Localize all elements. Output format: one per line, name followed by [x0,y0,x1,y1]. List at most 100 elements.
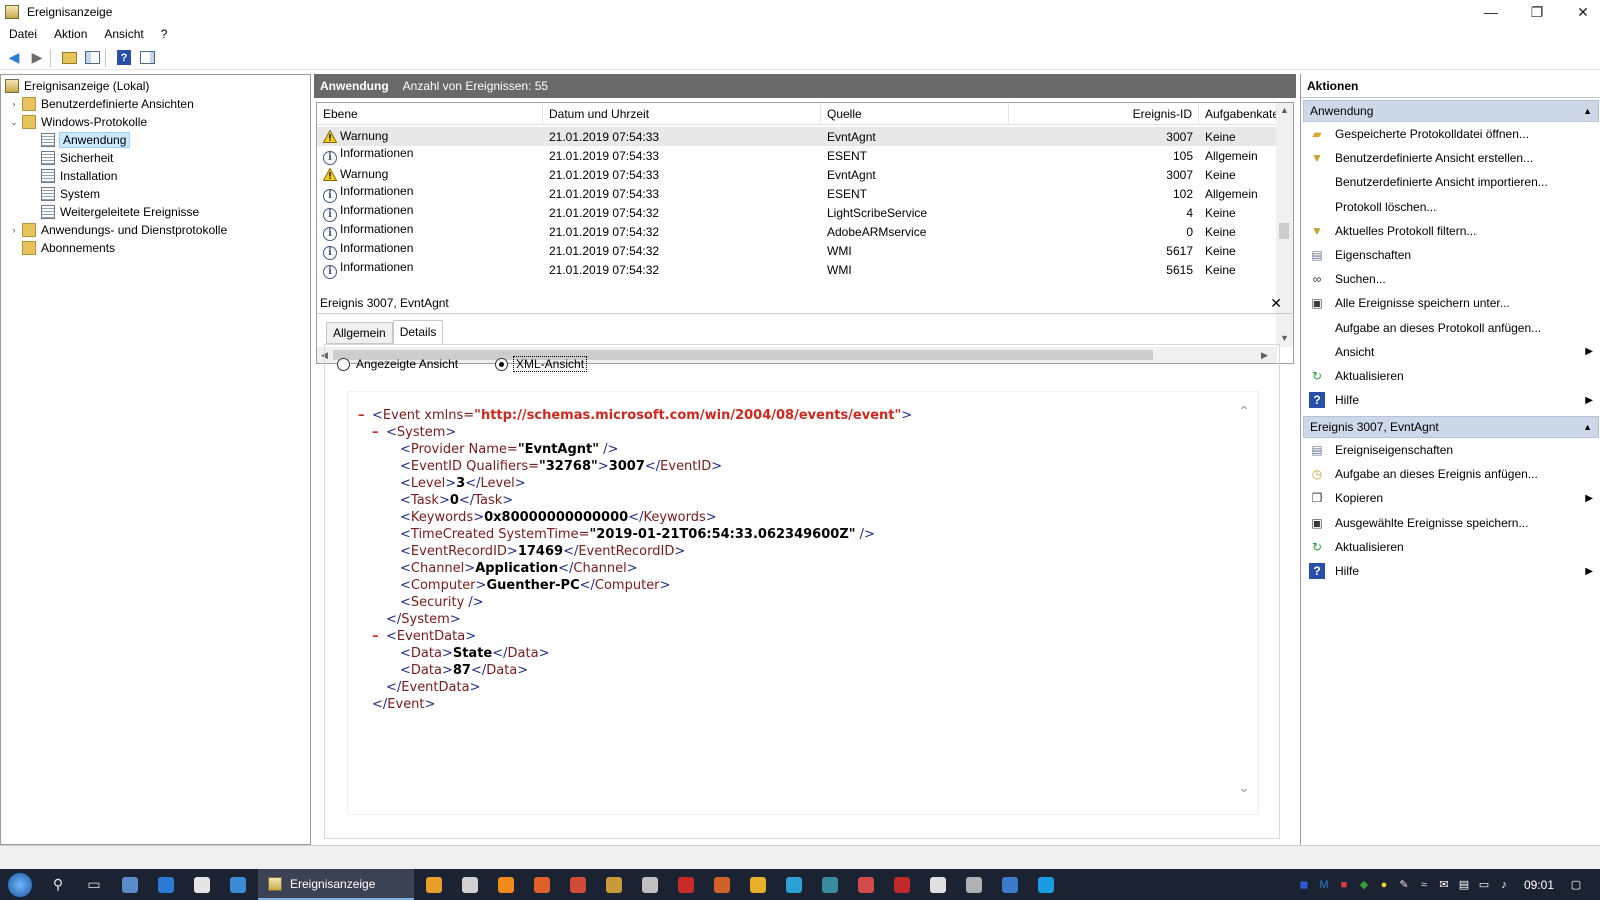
tree-windows-logs[interactable]: ⌄ Windows-Protokolle [9,113,147,131]
table-row[interactable]: i Informationen 21.01.2019 07:54:32 AdobeAR… [317,222,1277,241]
pinned-app-icon[interactable] [848,869,884,900]
actions-section-anwendung[interactable]: Anwendung ▲ [1303,100,1599,122]
action-item[interactable]: ▣ Alle Ereignisse speichern unter... [1309,292,1597,314]
radio-button[interactable] [337,357,350,371]
mail-icon[interactable]: ✉ [1434,869,1454,900]
search-icon[interactable]: ⚲ [40,869,76,900]
column-source[interactable]: Quelle [821,103,1009,125]
table-row[interactable]: i Informationen 21.01.2019 07:54:32 WMI 5617… [317,241,1277,260]
pinned-app-icon[interactable] [992,869,1028,900]
menu-aktion[interactable]: Aktion [45,27,95,41]
tree-log-forwarded[interactable]: Weitergeleitete Ereignisse [41,203,199,221]
table-row[interactable]: Warnung 21.01.2019 07:54:33 EvntAgnt 3007 Ke… [317,127,1277,146]
table-row[interactable]: i Informationen 21.01.2019 07:54:32 LightSc… [317,203,1277,222]
show-hide-tree-icon[interactable] [83,49,101,67]
pinned-app-icon[interactable] [220,869,256,900]
collapse-icon[interactable]: – [358,408,372,423]
action-item[interactable]: Ansicht ▶ [1309,341,1597,363]
pinned-app-icon[interactable] [668,869,704,900]
pinned-app-icon[interactable] [524,869,560,900]
action-item[interactable]: Aufgabe an dieses Protokoll anfügen... [1309,317,1597,339]
scroll-up-icon[interactable]: ⌃ [1238,404,1250,420]
action-item[interactable]: ▣ Ausgewählte Ereignisse speichern... [1309,512,1597,534]
table-row[interactable]: Warnung 21.01.2019 07:54:33 EvntAgnt 3007 Ke… [317,165,1277,184]
scroll-down-icon[interactable]: ⌄ [1238,780,1250,796]
tab-details[interactable]: Details [392,320,444,344]
pinned-app-icon[interactable] [112,869,148,900]
table-row[interactable]: i Informationen 21.01.2019 07:54:32 WMI 5615… [317,260,1277,279]
column-level[interactable]: Ebene [317,103,543,125]
action-item[interactable]: ↻ Aktualisieren [1309,536,1597,558]
back-arrow-icon[interactable]: ◀ [5,49,23,67]
forward-arrow-icon[interactable]: ▶ [28,49,46,67]
maximize-button[interactable]: ❐ [1514,0,1560,24]
tray-icon[interactable]: M [1314,869,1334,900]
collapse-caret-icon[interactable]: ▲ [1583,106,1592,116]
close-button[interactable]: ✕ [1560,0,1600,24]
folder-up-icon[interactable] [60,49,78,67]
tab-allgemein[interactable]: Allgemein [326,322,393,344]
scroll-thumb[interactable] [1279,223,1289,239]
taskbar-app-event-viewer[interactable]: Ereignisanzeige [258,869,414,900]
help-icon[interactable]: ? [115,49,133,67]
action-item[interactable]: ↻ Aktualisieren [1309,365,1597,387]
pinned-app-icon[interactable] [416,869,452,900]
close-icon[interactable]: ✕ [1270,295,1282,312]
tray-icon[interactable]: ≈ [1414,869,1434,900]
pinned-app-icon[interactable] [560,869,596,900]
pinned-app-icon[interactable] [920,869,956,900]
action-item[interactable]: ❐ Kopieren ▶ [1309,487,1597,509]
tray-icon[interactable]: ✎ [1394,869,1414,900]
collapse-caret-icon[interactable]: ▲ [1583,422,1592,432]
start-button[interactable] [0,869,40,900]
tree-app-service-logs[interactable]: › Anwendungs- und Dienstprotokolle [9,221,227,239]
action-item[interactable]: ▤ Ereigniseigenschaften [1309,439,1597,461]
expand-icon[interactable]: › [9,225,19,235]
menu-ansicht[interactable]: Ansicht [95,27,151,41]
network-icon[interactable]: ▭ [1474,869,1494,900]
radio-friendly-view[interactable]: Angezeigte Ansicht [337,357,458,371]
radio-xml-view[interactable]: XML-Ansicht [495,356,588,372]
menu-help[interactable]: ? [152,27,176,41]
collapse-icon[interactable]: – [372,629,386,644]
tree-root[interactable]: Ereignisanzeige (Lokal) [5,77,149,95]
volume-icon[interactable]: ♪ [1494,869,1514,900]
tray-icon[interactable]: ● [1374,869,1394,900]
actions-section-event[interactable]: Ereignis 3007, EvntAgnt ▲ [1303,416,1599,438]
pinned-app-icon[interactable] [812,869,848,900]
column-date[interactable]: Datum und Uhrzeit [543,103,821,125]
radio-button[interactable] [495,357,508,371]
menu-datei[interactable]: Datei [0,27,45,41]
pinned-app-icon[interactable] [956,869,992,900]
pinned-app-icon[interactable] [704,869,740,900]
action-item[interactable]: ▼ Benutzerdefinierte Ansicht erstellen... [1309,147,1597,169]
action-item[interactable]: Benutzerdefinierte Ansicht importieren..… [1309,171,1597,193]
scroll-up-icon[interactable]: ▲ [1280,105,1289,115]
tree-log-system[interactable]: System [41,185,100,203]
table-row[interactable]: i Informationen 21.01.2019 07:54:33 ESENT 10… [317,184,1277,203]
vlc-icon[interactable] [488,869,524,900]
tree-custom-views[interactable]: › Benutzerdefinierte Ansichten [9,95,194,113]
skype-icon[interactable] [1028,869,1064,900]
action-item[interactable]: ? Hilfe ▶ [1309,560,1597,582]
collapse-icon[interactable]: ⌄ [9,117,19,128]
tray-icon[interactable]: ■ [1334,869,1354,900]
action-item[interactable]: Protokoll löschen... [1309,196,1597,218]
column-event-id[interactable]: Ereignis-ID [1009,103,1199,125]
pinned-app-icon[interactable] [148,869,184,900]
tray-icon[interactable]: ◼ [1294,869,1314,900]
tree-log-sicherheit[interactable]: Sicherheit [41,149,113,167]
action-item[interactable]: ▼ Aktuelles Protokoll filtern... [1309,220,1597,242]
pinned-app-icon[interactable] [596,869,632,900]
column-task-category[interactable]: Aufgabenkate [1199,103,1277,125]
pinned-app-icon[interactable] [776,869,812,900]
table-row[interactable]: i Informationen 21.01.2019 07:54:33 ESENT 10… [317,146,1277,165]
tray-icon[interactable]: ▤ [1454,869,1474,900]
notification-icon[interactable]: ▢ [1566,869,1586,900]
clock[interactable]: 09:01 [1514,878,1566,892]
action-item[interactable]: ∞ Suchen... [1309,268,1597,290]
action-item[interactable]: ◷ Aufgabe an dieses Ereignis anfügen... [1309,463,1597,485]
expand-icon[interactable]: › [9,99,19,109]
minimize-button[interactable]: — [1468,0,1514,24]
action-item[interactable]: ▰ Gespeicherte Protokolldatei öffnen... [1309,123,1597,145]
